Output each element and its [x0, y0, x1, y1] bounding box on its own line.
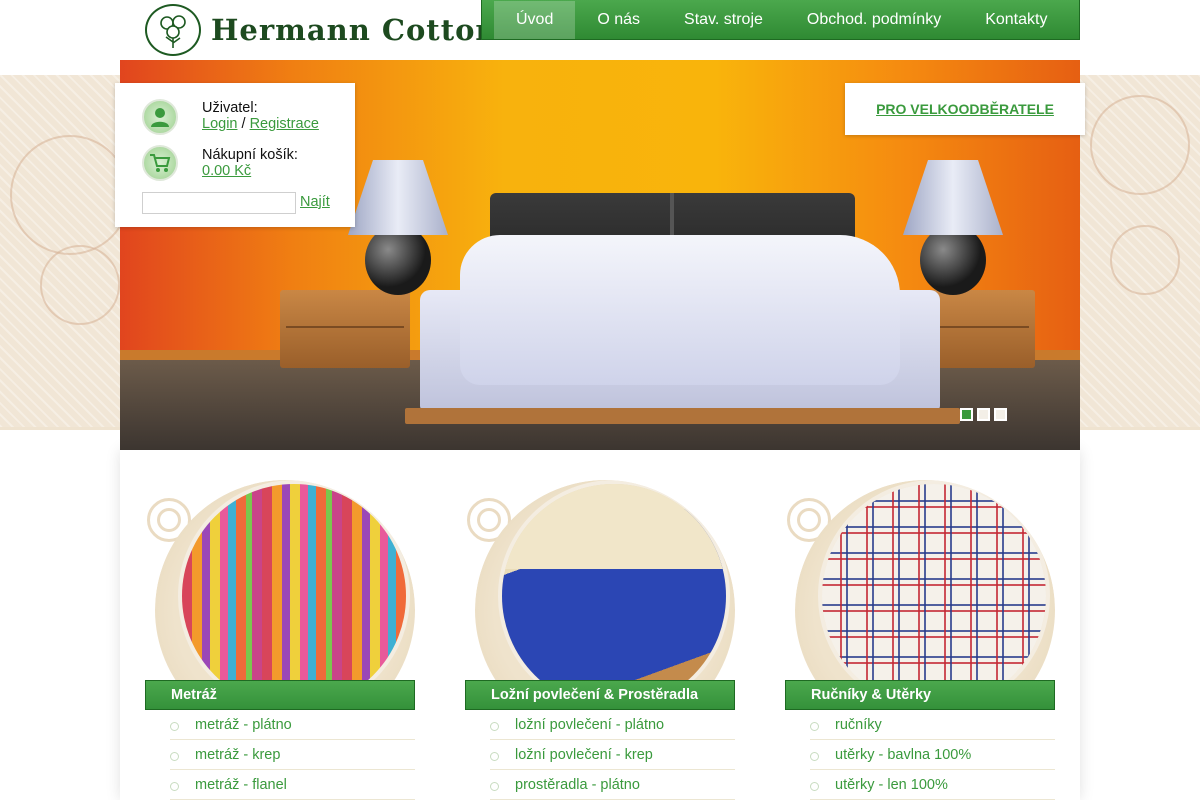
list-item: utěrky - len 100%	[810, 770, 1055, 800]
page: Hermann Cotton Úvod O nás Stav. stroje O…	[115, 0, 1085, 800]
category-link[interactable]: metráž - flanel	[195, 777, 287, 793]
bullet-icon	[810, 752, 819, 761]
bullet-icon	[170, 752, 179, 761]
category-link[interactable]: utěrky - bavlna 100%	[835, 747, 971, 763]
category-title[interactable]: Ručníky & Utěrky	[785, 680, 1055, 710]
category-link[interactable]: utěrky - len 100%	[835, 777, 948, 793]
bullet-icon	[810, 782, 819, 791]
category-link[interactable]: prostěradla - plátno	[515, 777, 640, 793]
search-input[interactable]	[142, 192, 296, 214]
cotton-flower-icon	[145, 4, 201, 56]
nightstand-left	[280, 290, 410, 368]
category-image-lozni-povleceni[interactable]	[498, 480, 730, 690]
cart-label: Nákupní košík:	[202, 147, 298, 163]
logo[interactable]: Hermann Cotton	[145, 4, 498, 56]
login-link[interactable]: Login	[202, 116, 237, 132]
wholesale-link[interactable]: PRO VELKOODBĚRATELE	[876, 101, 1054, 117]
slider-dot-3[interactable]	[994, 408, 1007, 421]
user-panel: Uživatel: Login / Registrace Nákupní koš…	[115, 83, 355, 227]
register-link[interactable]: Registrace	[250, 116, 319, 132]
cart-total-link[interactable]: 0.00 Kč	[202, 163, 298, 179]
user-label: Uživatel:	[202, 100, 258, 116]
nav-item-kontakty[interactable]: Kontakty	[963, 1, 1069, 39]
bullet-icon	[810, 722, 819, 731]
bullet-icon	[170, 782, 179, 791]
list-item: metráž - flanel	[170, 770, 415, 800]
list-item: prostěradla - plátno	[490, 770, 735, 800]
category-list: ručníky utěrky - bavlna 100% utěrky - le…	[810, 710, 1055, 800]
category-list: metráž - plátno metráž - krep metráž - f…	[170, 710, 415, 800]
list-item: metráž - krep	[170, 740, 415, 770]
category-link[interactable]: ložní povlečení - plátno	[515, 717, 664, 733]
wholesale-box: PRO VELKOODBĚRATELE	[845, 83, 1085, 135]
bullet-icon	[490, 722, 499, 731]
list-item: ručníky	[810, 710, 1055, 740]
nav-item-stav-stroje[interactable]: Stav. stroje	[662, 1, 785, 39]
category-link[interactable]: metráž - plátno	[195, 717, 292, 733]
nav-item-obchod-podminky[interactable]: Obchod. podmínky	[785, 1, 963, 39]
category-title[interactable]: Metráž	[145, 680, 415, 710]
bullet-icon	[170, 722, 179, 731]
category-image-rucniky[interactable]	[818, 480, 1050, 690]
bullet-icon	[490, 782, 499, 791]
category-link[interactable]: metráž - krep	[195, 747, 280, 763]
list-item: ložní povlečení - krep	[490, 740, 735, 770]
category-list: ložní povlečení - plátno ložní povlečení…	[490, 710, 735, 800]
list-item: metráž - plátno	[170, 710, 415, 740]
login-separator: /	[241, 116, 246, 132]
brand-name: Hermann Cotton	[211, 13, 498, 47]
category-image-metraz[interactable]	[178, 480, 410, 690]
user-icon	[142, 99, 178, 135]
cart-icon	[142, 145, 178, 181]
list-item: ložní povlečení - plátno	[490, 710, 735, 740]
list-item: utěrky - bavlna 100%	[810, 740, 1055, 770]
bed-duvet	[460, 235, 900, 385]
nav-item-o-nas[interactable]: O nás	[575, 1, 662, 39]
search-button[interactable]: Najít	[300, 194, 330, 210]
main-nav: Úvod O nás Stav. stroje Obchod. podmínky…	[481, 0, 1080, 40]
slider-dot-2[interactable]	[977, 408, 990, 421]
bullet-icon	[490, 752, 499, 761]
category-title[interactable]: Ložní povlečení & Prostěradla	[465, 680, 735, 710]
slider-pagination	[960, 408, 1007, 421]
category-link[interactable]: ručníky	[835, 717, 882, 733]
nav-item-uvod[interactable]: Úvod	[494, 0, 576, 39]
slider-dot-1[interactable]	[960, 408, 973, 421]
category-link[interactable]: ložní povlečení - krep	[515, 747, 653, 763]
